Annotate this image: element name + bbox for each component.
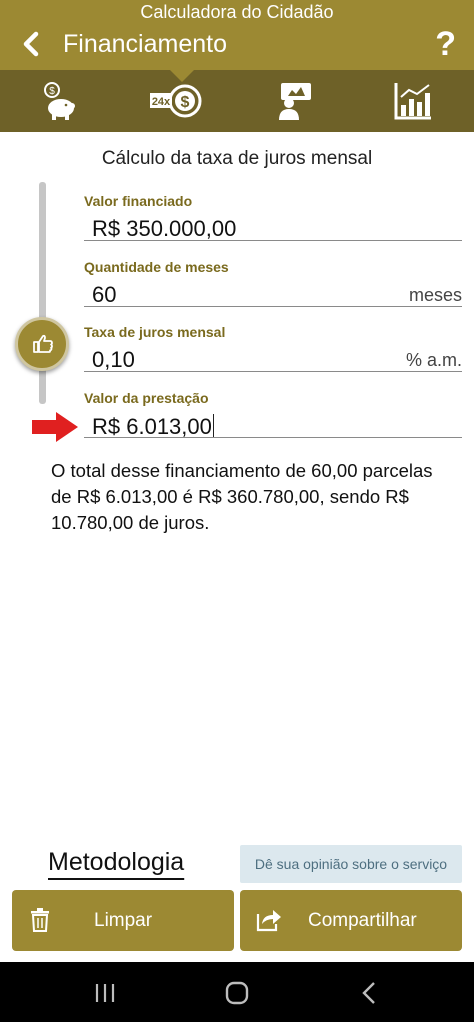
chevron-left-icon bbox=[23, 31, 39, 57]
compartilhar-button[interactable]: Compartilhar bbox=[240, 890, 462, 951]
feedback-button[interactable]: Dê sua opinião sobre o serviço bbox=[240, 845, 462, 883]
chart-icon bbox=[394, 83, 431, 120]
valor-prestacao-underline bbox=[84, 437, 462, 438]
taxa-juros-underline bbox=[84, 371, 462, 372]
help-button[interactable]: ? bbox=[435, 24, 456, 64]
pointing-hand-icon bbox=[33, 334, 53, 353]
installments-24x-icon: $ 24x bbox=[150, 84, 202, 118]
home-icon[interactable] bbox=[217, 980, 257, 1006]
recent-apps-icon[interactable] bbox=[85, 980, 125, 1006]
valor-financiado-label: Valor financiado bbox=[84, 193, 193, 209]
svg-text:$: $ bbox=[49, 86, 55, 97]
back-nav-icon[interactable] bbox=[350, 980, 390, 1006]
text-cursor bbox=[212, 414, 215, 438]
valor-financiado-underline bbox=[84, 240, 462, 241]
tab-presenter[interactable] bbox=[236, 70, 354, 132]
valor-financiado-input[interactable]: R$ 350.000,00 bbox=[92, 216, 236, 242]
quantidade-meses-input[interactable]: 60 bbox=[92, 282, 116, 308]
metodologia-link[interactable]: Metodologia bbox=[48, 848, 184, 877]
piggy-bank-icon: $ bbox=[44, 82, 75, 120]
tab-savings[interactable]: $ bbox=[0, 70, 118, 132]
status-bar-title: Calculadora do Cidadão bbox=[140, 2, 334, 22]
active-tab-indicator bbox=[170, 70, 194, 82]
quantidade-meses-underline bbox=[84, 306, 462, 307]
installments-badge: 24x bbox=[152, 96, 171, 108]
back-button[interactable] bbox=[14, 26, 50, 62]
meses-unit: meses bbox=[408, 285, 462, 305]
svg-text:$: $ bbox=[181, 94, 190, 111]
limpar-label: Limpar bbox=[94, 910, 153, 931]
limpar-button[interactable]: Limpar bbox=[12, 890, 234, 951]
section-title: Cálculo da taxa de juros mensal bbox=[101, 148, 373, 169]
valor-prestacao-label: Valor da prestação bbox=[84, 390, 209, 406]
taxa-juros-input[interactable]: 0,10 bbox=[92, 347, 135, 373]
share-icon bbox=[256, 910, 281, 932]
red-arrow-icon bbox=[32, 412, 78, 442]
trash-icon bbox=[31, 908, 49, 932]
status-bar: Calculadora do Cidadão bbox=[0, 0, 474, 22]
compartilhar-label: Compartilhar bbox=[308, 910, 417, 931]
taxa-juros-label: Taxa de juros mensal bbox=[84, 324, 226, 340]
tab-chart[interactable] bbox=[354, 70, 472, 132]
app-bar: Financiamento ? bbox=[0, 22, 474, 70]
summary-text: O total desse financiamento de 60,00 par… bbox=[51, 460, 433, 533]
page-title: Financiamento bbox=[63, 30, 227, 58]
tab-bar: $ $ 24x bbox=[0, 70, 474, 132]
slider-thumb[interactable] bbox=[15, 317, 69, 371]
taxa-unit: % a.m. bbox=[405, 350, 462, 370]
presenter-icon bbox=[279, 83, 311, 120]
quantidade-meses-label: Quantidade de meses bbox=[84, 259, 229, 275]
android-nav-bar bbox=[0, 962, 474, 1022]
valor-prestacao-input[interactable]: R$ 6.013,00 bbox=[92, 414, 212, 439]
